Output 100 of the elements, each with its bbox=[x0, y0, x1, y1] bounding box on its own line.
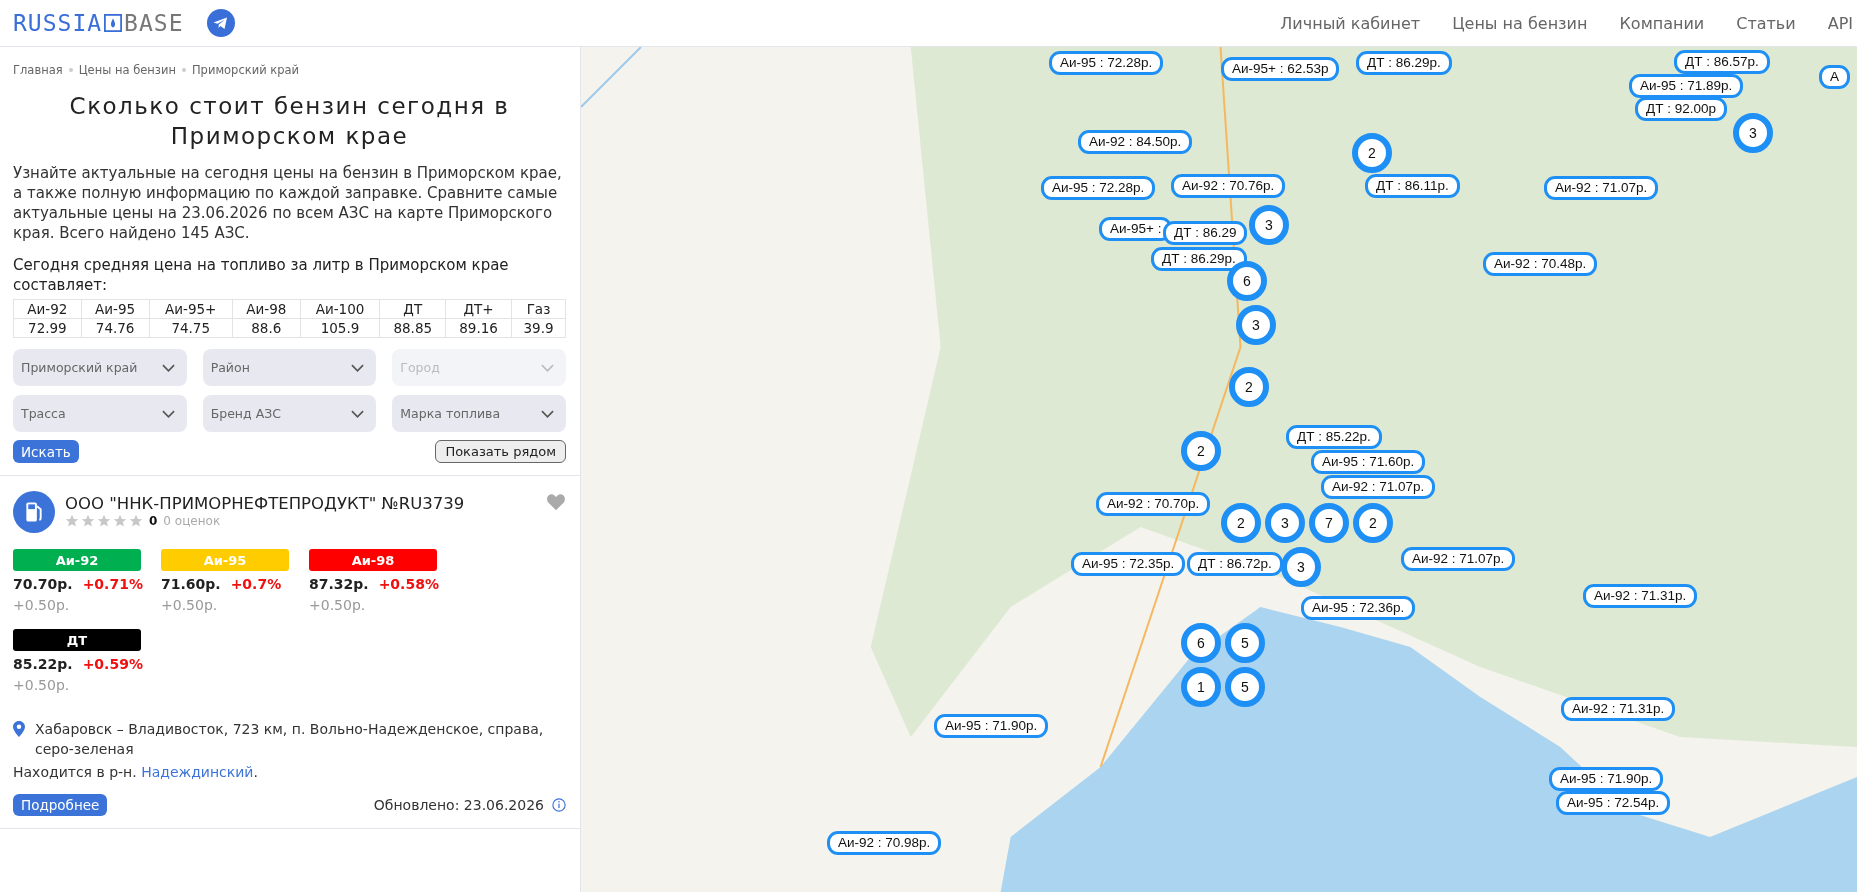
logo-text[interactable]: BASE bbox=[124, 10, 184, 36]
fuel-header-cell: Аи-100 bbox=[300, 299, 380, 319]
chevron-icon bbox=[161, 409, 175, 418]
rating-value: 0 bbox=[149, 514, 158, 528]
fuel-price: 87.32р. bbox=[309, 576, 369, 592]
price-marker[interactable]: Аи-92 : 84.50р. bbox=[1078, 130, 1193, 154]
fuel-header-cell: ДТ+ bbox=[445, 299, 512, 319]
nav-link[interactable]: Цены на бензин bbox=[1452, 13, 1588, 33]
price-marker[interactable]: Аи-92 : 70.70р. bbox=[1096, 492, 1211, 516]
price-cell: 72.99 bbox=[13, 318, 82, 338]
fuel-badge: ДТ bbox=[13, 629, 141, 651]
breadcrumb-separator bbox=[68, 68, 73, 72]
logo-text[interactable]: RUSSIA bbox=[13, 10, 103, 36]
average-heading: Сегодня средняя цена на топливо за литр в Приморском крае составляет: bbox=[13, 255, 510, 295]
page-title: Сколько стоит бензин сегодня в Приморском крае bbox=[68, 92, 511, 151]
fuel-pump-icon bbox=[13, 491, 55, 533]
breadcrumb-link[interactable]: Приморский край bbox=[191, 63, 300, 77]
filter-dropdown[interactable]: Марка топлива bbox=[392, 395, 566, 432]
price-marker[interactable]: Аи-92 : 70.48р. bbox=[1483, 252, 1598, 276]
price-cell: 74.75 bbox=[149, 318, 233, 338]
info-icon[interactable] bbox=[552, 798, 566, 812]
logo-icon bbox=[104, 14, 123, 32]
chevron-icon bbox=[351, 363, 365, 372]
price-marker[interactable]: Аи-92 : 70.98р. bbox=[827, 831, 942, 855]
filter-dropdown[interactable]: Район bbox=[202, 349, 377, 386]
price-change: +0.59% bbox=[82, 656, 143, 672]
price-marker[interactable]: Аи-95 : 71.60р. bbox=[1311, 450, 1426, 474]
price-marker[interactable]: Аи-95 : 72.35р. bbox=[1071, 552, 1186, 576]
price-delta: +0.50р. bbox=[161, 597, 219, 613]
price-cell: 88.85 bbox=[379, 318, 446, 338]
price-cell: 88.6 bbox=[232, 318, 301, 338]
fuel-price: 71.60р. bbox=[161, 576, 221, 592]
nav-link[interactable]: Личный кабинет bbox=[1280, 13, 1421, 33]
price-marker[interactable]: Аи-95 : 72.36р. bbox=[1301, 596, 1416, 620]
price-delta: +0.50р. bbox=[13, 597, 71, 613]
price-marker[interactable]: Аи-95 : 71.90р. bbox=[1549, 767, 1664, 791]
nav-link[interactable]: API bbox=[1827, 13, 1853, 33]
breadcrumb-link[interactable]: Главная bbox=[13, 63, 63, 77]
price-marker[interactable]: Аи-92 : 71.31р. bbox=[1561, 697, 1676, 721]
fuel-badge: Аи-98 bbox=[309, 549, 437, 571]
price-marker[interactable]: Аи-95 : 72.28р. bbox=[1041, 176, 1156, 200]
price-marker[interactable]: Аи-92 : 70.76р. bbox=[1171, 174, 1286, 198]
breadcrumb-separator bbox=[181, 68, 186, 72]
price-marker[interactable]: Аи-95 : 71.90р. bbox=[934, 714, 1049, 738]
price-cell: 74.76 bbox=[81, 318, 150, 338]
fuel-badge: Аи-95 bbox=[161, 549, 289, 571]
fuel-price: 70.70р. bbox=[13, 576, 73, 592]
filter-dropdown[interactable]: Бренд АЗС bbox=[202, 395, 377, 432]
price-marker[interactable]: ДТ : 86.29р. bbox=[1356, 51, 1452, 75]
price-marker[interactable]: Аи-92 : 71.07р. bbox=[1544, 176, 1659, 200]
price-marker[interactable]: Аи-95 : 72.54р. bbox=[1556, 791, 1671, 815]
price-cell: 89.16 bbox=[445, 318, 512, 338]
price-marker[interactable]: Аи-92 : 71.07р. bbox=[1321, 475, 1436, 499]
filter-dropdown[interactable]: Приморский край bbox=[13, 349, 187, 386]
chevron-icon bbox=[541, 363, 554, 372]
price-marker[interactable]: ДТ : 86.29 bbox=[1163, 221, 1248, 245]
chevron-icon bbox=[351, 409, 365, 418]
price-change: +0.71% bbox=[82, 576, 143, 592]
fuel-price: 85.22р. bbox=[13, 656, 73, 672]
fuel-header-cell: Газ bbox=[511, 299, 566, 319]
nav-link[interactable]: Статьи bbox=[1736, 13, 1796, 33]
map-drawing[interactable] bbox=[581, 47, 1857, 892]
price-change: +0.7% bbox=[230, 576, 282, 592]
price-delta: +0.50р. bbox=[309, 597, 367, 613]
search-button[interactable]: Искать bbox=[13, 440, 79, 463]
price-marker[interactable]: ДТ : 86.29р. bbox=[1151, 247, 1247, 271]
price-marker[interactable]: ДТ : 86.11р. bbox=[1365, 174, 1460, 198]
price-marker[interactable]: Аи-95 : 72.28р. bbox=[1049, 51, 1164, 75]
heart-icon[interactable] bbox=[546, 493, 566, 511]
details-button[interactable]: Подробнее bbox=[13, 794, 108, 816]
price-marker[interactable]: Аи-92 : 71.07р. bbox=[1401, 547, 1516, 571]
district-link[interactable]: Надеждинский bbox=[141, 764, 254, 780]
fuel-header-cell: Аи-95+ bbox=[149, 299, 233, 319]
price-change: +0.58% bbox=[378, 576, 439, 592]
price-cell: 105.9 bbox=[300, 318, 380, 338]
review-count: 0 оценок bbox=[163, 514, 221, 528]
price-marker[interactable]: ДТ : 85.22р. bbox=[1286, 425, 1382, 449]
price-marker[interactable]: ДТ : 92.00р bbox=[1635, 97, 1727, 121]
breadcrumb-link[interactable]: Цены на бензин bbox=[78, 63, 176, 77]
price-marker[interactable]: ДТ : 86.57р. bbox=[1674, 50, 1770, 74]
station-name[interactable]: ООО "ННК-ПРИМОРНЕФТЕПРОДУКТ" №RU3739 bbox=[65, 494, 536, 513]
nav-link[interactable]: Компании bbox=[1619, 13, 1705, 33]
updated-date: Обновлено: 23.06.2026 bbox=[373, 797, 544, 813]
filter-dropdown[interactable]: Трасса bbox=[13, 395, 187, 432]
price-marker[interactable]: Аи-95+ : 62.53р bbox=[1221, 57, 1340, 81]
nearby-button[interactable]: Показать рядом bbox=[435, 440, 566, 463]
fuel-header-cell: Аи-98 bbox=[232, 299, 301, 319]
fuel-header-cell: Аи-92 bbox=[13, 299, 82, 319]
chevron-icon bbox=[161, 363, 175, 372]
fuel-badge: Аи-92 bbox=[13, 549, 141, 571]
chevron-icon bbox=[541, 409, 554, 418]
district-text: Находится в р-н. Надеждинский. bbox=[13, 764, 259, 780]
star-rating[interactable] bbox=[65, 514, 143, 528]
address-text: Хабаровск – Владивосток, 723 км, п. Вольно-Надежденское, справа, серо-зеленая bbox=[35, 720, 545, 759]
price-marker[interactable]: Аи-95 : 71.89р. bbox=[1629, 74, 1744, 98]
price-marker[interactable]: ДТ : 86.72р. bbox=[1187, 552, 1283, 576]
fuel-header-cell: ДТ bbox=[379, 299, 446, 319]
price-marker[interactable]: Аи-92 : 71.31р. bbox=[1583, 584, 1698, 608]
telegram-icon[interactable] bbox=[207, 9, 236, 37]
intro-text: Узнайте актуальные на сегодня цены на бензин в Приморском крае, а также полную информацию по каждой заправке. Сравните самые актуальные цены на 23.06.2026 по всем АЗС на карте Приморского края. Всего найдено 145 АЗС. bbox=[13, 163, 563, 243]
